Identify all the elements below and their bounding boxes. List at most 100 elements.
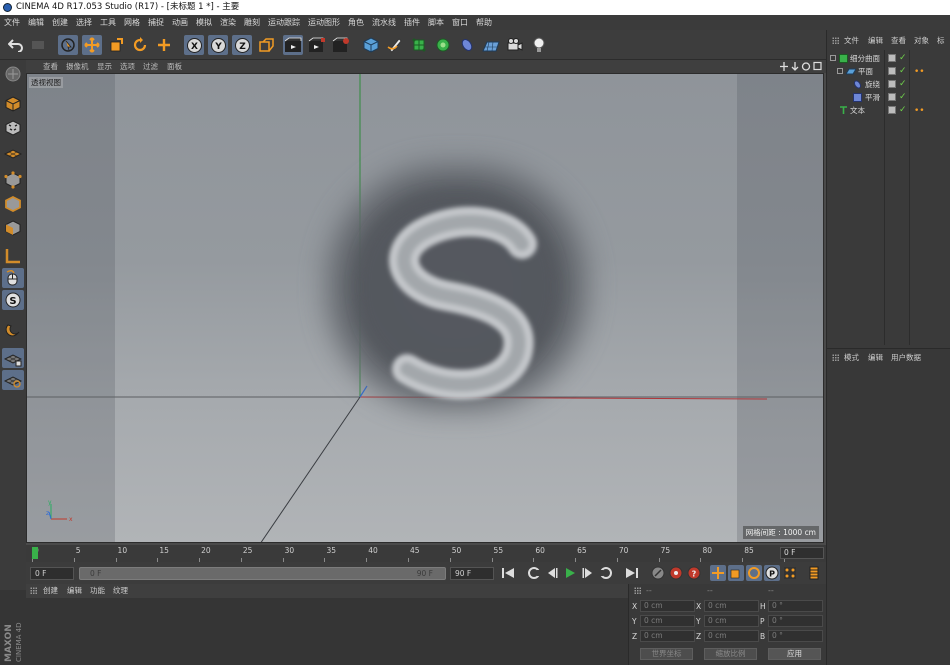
record-keys-icon[interactable]	[650, 565, 666, 581]
rotation-b-field[interactable]: 0 °	[768, 630, 823, 642]
viewport-menu-view[interactable]: 查看	[43, 60, 58, 73]
locked-workplane-icon[interactable]	[2, 348, 24, 368]
menu-help[interactable]: 帮助	[472, 15, 496, 30]
menu-script[interactable]: 脚本	[424, 15, 448, 30]
edges-mode-icon[interactable]	[2, 194, 24, 214]
object-row[interactable]: 旋绕 ✓	[827, 78, 950, 91]
panel-grip-icon[interactable]	[30, 587, 37, 595]
object-menu-view[interactable]: 查看	[891, 34, 906, 48]
polygons-mode-icon[interactable]	[2, 218, 24, 238]
key-rotation-icon[interactable]	[746, 565, 762, 581]
y-axis-lock-button[interactable]: Y	[208, 35, 228, 55]
panel-grip-icon[interactable]	[832, 354, 839, 362]
next-frame-icon[interactable]	[580, 565, 596, 581]
size-y-field[interactable]: 0 cm	[704, 615, 759, 627]
cloner-icon[interactable]	[433, 35, 453, 55]
menu-select[interactable]: 选择	[72, 15, 96, 30]
material-menu-create[interactable]: 创建	[43, 584, 58, 598]
current-frame-field[interactable]: 0 F	[780, 547, 824, 559]
enable-axis-icon[interactable]	[2, 246, 24, 266]
deformer-icon[interactable]	[457, 35, 477, 55]
object-name[interactable]: 旋绕	[865, 78, 880, 91]
end-frame-field[interactable]: 90 F	[450, 567, 494, 580]
material-menu-texture[interactable]: 纹理	[113, 584, 128, 598]
key-scale-icon[interactable]	[728, 565, 744, 581]
floor-icon[interactable]	[481, 35, 501, 55]
object-row[interactable]: 细分曲面 ✓	[827, 52, 950, 65]
menu-mesh[interactable]: 网格	[120, 15, 144, 30]
object-menu-edit[interactable]: 编辑	[868, 34, 883, 48]
tweak-mode-icon[interactable]	[2, 268, 24, 288]
z-axis-lock-button[interactable]: Z	[232, 35, 252, 55]
subdivision-surface-icon[interactable]	[409, 35, 429, 55]
size-z-field[interactable]: 0 cm	[704, 630, 759, 642]
menu-window[interactable]: 窗口	[448, 15, 472, 30]
move-icon[interactable]	[82, 35, 102, 55]
menu-sculpt[interactable]: 雕刻	[240, 15, 264, 30]
workplane-mode-icon[interactable]	[2, 142, 24, 162]
viewport-menu-panel[interactable]: 面板	[167, 60, 182, 73]
menu-simulate[interactable]: 模拟	[192, 15, 216, 30]
position-z-field[interactable]: 0 cm	[640, 630, 695, 642]
previous-key-icon[interactable]	[526, 565, 542, 581]
position-x-field[interactable]: 0 cm	[640, 600, 695, 612]
menu-edit[interactable]: 编辑	[24, 15, 48, 30]
rotation-h-field[interactable]: 0 °	[768, 600, 823, 612]
world-coordinates-dropdown[interactable]: 世界坐标	[640, 648, 693, 660]
render-settings-icon[interactable]	[331, 35, 351, 55]
layer-checkbox[interactable]	[888, 67, 896, 75]
object-row[interactable]: 文本 ✓ ••	[827, 104, 950, 117]
object-row[interactable]: 平滑 ✓	[827, 91, 950, 104]
keyframe-selection-icon[interactable]: ?	[686, 565, 702, 581]
material-menu-edit[interactable]: 编辑	[67, 584, 82, 598]
menu-animate[interactable]: 动画	[168, 15, 192, 30]
layer-checkbox[interactable]	[888, 93, 896, 101]
enabled-check-icon[interactable]: ✓	[899, 104, 907, 117]
frame-range-slider[interactable]: 0 F 90 F	[79, 567, 446, 580]
coordinate-system-icon[interactable]	[256, 35, 276, 55]
viewport-menu-display[interactable]: 显示	[97, 60, 112, 73]
go-to-end-icon[interactable]	[624, 565, 640, 581]
enabled-check-icon[interactable]: ✓	[899, 78, 907, 91]
menu-motion-tracking[interactable]: 运动跟踪	[264, 15, 304, 30]
viewport-menu-cameras[interactable]: 摄像机	[66, 60, 89, 73]
undo-icon[interactable]	[6, 35, 26, 55]
enabled-check-icon[interactable]: ✓	[899, 65, 907, 78]
light-icon[interactable]	[529, 35, 549, 55]
planar-workplane-icon[interactable]	[2, 370, 24, 390]
menu-plugins[interactable]: 插件	[400, 15, 424, 30]
panel-grip-icon[interactable]	[832, 37, 839, 45]
recent-tool-icon[interactable]	[154, 35, 174, 55]
collapse-toggle-icon[interactable]	[837, 68, 843, 74]
menu-pipeline[interactable]: 流水线	[368, 15, 400, 30]
attribute-menu-user-data[interactable]: 用户数据	[891, 351, 921, 365]
timeline-playhead[interactable]	[32, 547, 38, 559]
snapping-icon[interactable]: S	[2, 290, 24, 310]
attribute-menu-mode[interactable]: 模式	[844, 351, 859, 365]
collapse-toggle-icon[interactable]	[830, 55, 836, 61]
live-select-icon[interactable]	[58, 35, 78, 55]
camera-icon[interactable]	[505, 35, 525, 55]
menu-character[interactable]: 角色	[344, 15, 368, 30]
key-point-level-icon[interactable]	[782, 565, 798, 581]
object-name[interactable]: 平滑	[865, 91, 880, 104]
key-position-icon[interactable]	[710, 565, 726, 581]
render-view-icon[interactable]	[283, 35, 303, 55]
layer-checkbox[interactable]	[888, 54, 896, 62]
viewport-menu-filter[interactable]: 过滤	[143, 60, 158, 73]
object-name[interactable]: 文本	[850, 104, 865, 117]
texture-mode-icon[interactable]	[2, 118, 24, 138]
start-frame-field[interactable]: 0 F	[30, 567, 74, 580]
scale-ratio-dropdown[interactable]: 缩放比例	[704, 648, 757, 660]
menu-snap[interactable]: 捕捉	[144, 15, 168, 30]
magnet-icon[interactable]	[2, 320, 24, 340]
menu-render[interactable]: 渲染	[216, 15, 240, 30]
size-x-field[interactable]: 0 cm	[704, 600, 759, 612]
tag-dots-icon[interactable]: ••	[914, 105, 925, 118]
rotation-p-field[interactable]: 0 °	[768, 615, 823, 627]
previous-frame-icon[interactable]	[544, 565, 560, 581]
menu-create[interactable]: 创建	[48, 15, 72, 30]
model-mode-icon[interactable]	[2, 94, 24, 114]
key-parameter-icon[interactable]: P	[764, 565, 780, 581]
go-to-start-icon[interactable]	[500, 565, 516, 581]
